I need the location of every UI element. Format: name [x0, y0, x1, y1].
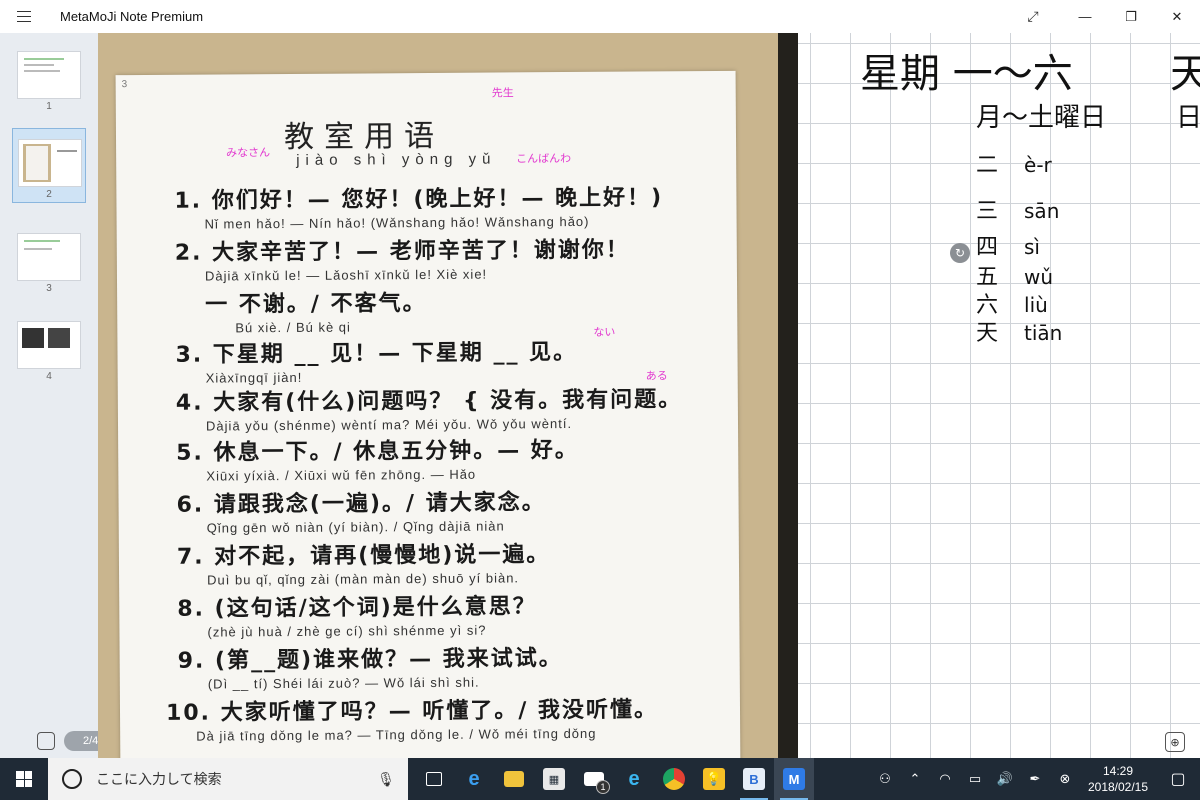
handwriting-number: 三 sān: [976, 199, 1060, 224]
phrase-line: 2. 大家辛苦了！— 老师辛苦了！谢谢你！ Dàjiā xīnkǔ le! — L…: [174, 237, 630, 284]
system-tray: ⚇ ⌃ ◠ ▭ 🔊 ✒ ⊗ 14:29 2018/02/15 ▢: [870, 758, 1200, 800]
start-button[interactable]: [0, 758, 48, 800]
handwriting-number: 四 sì: [976, 235, 1040, 260]
file-explorer-icon[interactable]: [494, 758, 534, 800]
phrase-line: 10. 大家听懂了吗？— 听懂了。/ 我没听懂。 Dà jiā tīng dǒng…: [165, 697, 659, 744]
store-icon[interactable]: ▦: [534, 758, 574, 800]
handwritten-note: こんばんわ: [516, 152, 572, 166]
people-icon[interactable]: ⚇: [870, 758, 900, 800]
worksheet-title-pinyin: jiào shì yòng yǔ: [296, 150, 497, 169]
clock-time: 14:29: [1102, 764, 1134, 778]
worksheet-photo: 3 教室用语 jiào shì yòng yǔ 1. 你们好！— 您好！(晚上好…: [98, 33, 798, 758]
notebook-grid-page[interactable]: 星期 一〜六 天 月〜土曜日 日曜 二è-r 三sān 四sì 五wǔ 六liù…: [798, 33, 1200, 758]
handwriting-subheader: 月〜土曜日: [976, 103, 1107, 133]
mail-icon[interactable]: 1: [574, 758, 614, 800]
battery-icon[interactable]: ▭: [960, 758, 990, 800]
phrase-line: 5. 休息一下。/ 休息五分钟。— 好。 Xiūxi yíxià. / Xiūxi…: [176, 437, 579, 484]
input-cancel-icon[interactable]: ⊗: [1050, 758, 1080, 800]
handwritten-note: ない: [593, 326, 616, 339]
restore-button[interactable]: ❐: [1108, 0, 1154, 33]
phrase-line: 1. 你们好！— 您好！(晚上好！— 晚上好！) Nǐ men hǎo! — Ní…: [174, 185, 664, 232]
page-thumbnail-4[interactable]: 4: [12, 321, 86, 382]
document-app-icon[interactable]: B: [734, 758, 774, 800]
show-hidden-icons-chevron-icon[interactable]: ⌃: [900, 758, 930, 800]
mail-badge: 1: [596, 780, 610, 794]
expand-icon[interactable]: ⤢: [1010, 0, 1056, 33]
clock-date: 2018/02/15: [1087, 780, 1149, 794]
zoom-window-icon[interactable]: ⊕: [1165, 732, 1185, 752]
menu-icon[interactable]: [0, 0, 48, 33]
thumbnail-image: [18, 139, 82, 187]
handwritten-note: みなさん: [226, 147, 271, 160]
cortana-icon[interactable]: [62, 769, 82, 789]
phrase-line: 9. (第__题)谁来做？— 我来试试。 (Dì __ tí) Shéi lái …: [177, 646, 563, 692]
thumbnail-image: [17, 321, 81, 369]
thumbnail-number: 2: [46, 189, 52, 200]
lasso-tool-icon[interactable]: ↻: [950, 243, 970, 263]
taskbar: ここに入力して検索 🎙 e ▦ 1 e 💡 B M ⚇ ⌃ ◠ ▭ 🔊 ✒ ⊗ …: [0, 758, 1200, 800]
close-button[interactable]: ✕: [1154, 0, 1200, 33]
taskbar-search-box[interactable]: ここに入力して検索 🎙: [48, 758, 408, 800]
page-thumbnail-3[interactable]: 3: [12, 233, 86, 294]
window-controls: — ❐ ✕: [1062, 0, 1200, 33]
handwritten-note: 先生: [491, 87, 514, 100]
windows-logo-icon: [16, 771, 32, 787]
search-placeholder: ここに入力して検索: [96, 771, 222, 787]
page-thumbnail-panel: 1 2 3 4: [0, 33, 98, 758]
handwriting-number: 二 è-r: [976, 153, 1052, 178]
system-clock[interactable]: 14:29 2018/02/15: [1080, 763, 1156, 795]
volume-icon[interactable]: 🔊: [990, 758, 1020, 800]
worksheet-paper: 3 教室用语 jiào shì yòng yǔ 1. 你们好！— 您好！(晚上好…: [115, 70, 741, 758]
thumbnail-number: 1: [46, 101, 52, 112]
task-view-icon[interactable]: [414, 758, 454, 800]
thumbnail-number: 3: [46, 283, 52, 294]
worksheet-title: 教室用语: [283, 118, 445, 155]
handwritten-note: ある: [645, 370, 668, 383]
phrase-line: 7. 对不起，请再(慢慢地)说一遍。 Duì bu qǐ, qǐng zài (m…: [176, 542, 551, 588]
thumbnail-image: [17, 51, 81, 99]
phrase-line: 8. (这句话/这个词)是什么意思？ (zhè jù huà / zhè ge c…: [177, 594, 537, 640]
action-center-icon[interactable]: ▢: [1156, 758, 1200, 800]
internet-explorer-icon[interactable]: e: [614, 758, 654, 800]
desk-shadow: [778, 33, 798, 758]
thumbnail-image: [17, 233, 81, 281]
page-thumbnail-1[interactable]: 1: [12, 51, 86, 112]
handwriting-subheader-right: 日曜: [1176, 103, 1200, 133]
wifi-icon[interactable]: ◠: [930, 758, 960, 800]
phrase-line: 3. 下星期 __ 见！— 下星期 __ 见。 Xiàxīngqī jiàn!: [175, 339, 578, 386]
phrase-line: 一 不谢。/ 不客气。 Bú xiè. / Bú kè qi: [205, 291, 427, 336]
tips-icon[interactable]: 💡: [694, 758, 734, 800]
thumbnail-number: 4: [46, 371, 52, 382]
page-thumbnail-2[interactable]: 2: [12, 128, 86, 203]
chrome-icon[interactable]: [654, 758, 694, 800]
edge-icon[interactable]: e: [454, 758, 494, 800]
worksheet-page-number: 3: [121, 79, 128, 91]
app-title: MetaMoJi Note Premium: [60, 9, 204, 24]
handwriting-header-right: 天: [1170, 51, 1200, 97]
handwriting-number: 天 tiān: [976, 321, 1063, 346]
microphone-icon[interactable]: 🎙: [374, 771, 398, 788]
phrase-line: 6. 请跟我念(一遍)。/ 请大家念。 Qǐng gēn wǒ niàn (yí …: [176, 490, 546, 536]
phrase-line: 4. 大家有(什么)问题吗？ { 没有。我有问题。 Dàjiā yǒu (shén…: [175, 387, 683, 434]
metamoji-note-icon[interactable]: M: [774, 758, 814, 800]
minimize-button[interactable]: —: [1062, 0, 1108, 33]
handwriting-header: 星期 一〜六: [860, 51, 1073, 97]
pen-icon[interactable]: ✒: [1020, 758, 1050, 800]
page-layout-icon[interactable]: [37, 732, 55, 750]
